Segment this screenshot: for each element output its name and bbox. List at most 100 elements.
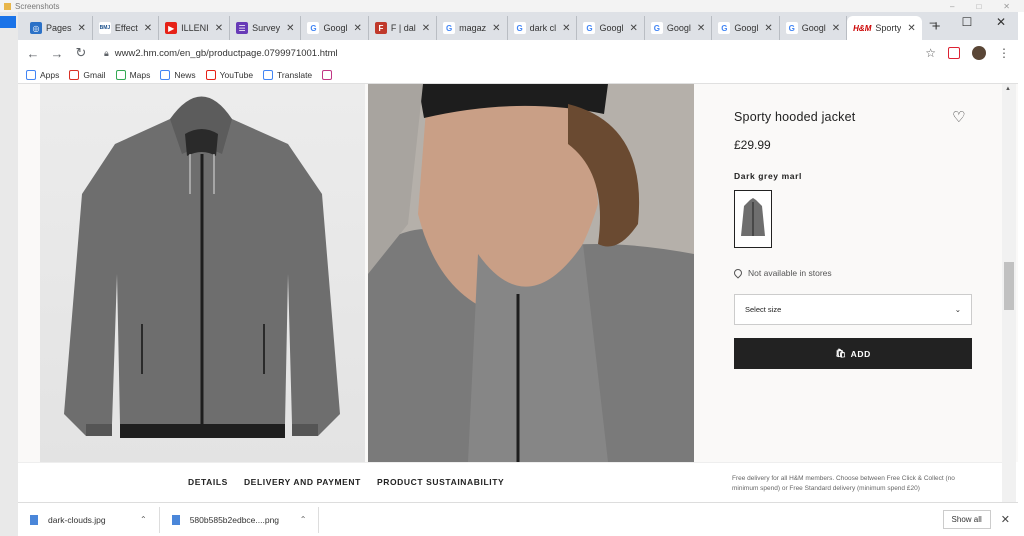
translate-icon (263, 69, 274, 80)
instagram-icon (322, 69, 333, 80)
google-icon: G (443, 22, 456, 34)
browser-window: ◎ Pages ✕ BMJ Effect ✕ ▶ ILLENI ✕ ☰ Survey ✕ G Googl ✕… (18, 12, 1018, 536)
tab-close-icon[interactable]: ✕ (832, 23, 840, 34)
chevron-up-icon[interactable]: ⌃ (300, 515, 307, 524)
tab-close-icon[interactable]: ✕ (422, 23, 430, 34)
bookmarks-bar: Apps Gmail Maps News YouTube Translate (18, 66, 1018, 84)
product-image-front[interactable] (40, 84, 365, 462)
tab-strip: ◎ Pages ✕ BMJ Effect ✕ ▶ ILLENI ✕ ☰ Survey ✕ G Googl ✕… (18, 12, 1018, 40)
close-button[interactable]: ✕ (984, 12, 1018, 40)
bookmark-label: Translate (277, 69, 313, 80)
tab-7[interactable]: Gdark cl ✕ (508, 16, 578, 40)
location-pin-icon (732, 267, 744, 279)
back-button[interactable]: ← (26, 46, 40, 61)
minimize-icon[interactable]: – (950, 2, 954, 11)
favicon-icon: BMJ (98, 22, 111, 34)
bookmark-gmail[interactable]: Gmail (69, 69, 106, 80)
bookmark-translate[interactable]: Translate (263, 69, 313, 80)
details-link-1[interactable]: DELIVERY AND PAYMENT (244, 477, 361, 487)
tab-3[interactable]: ☰ Survey ✕ (230, 16, 302, 40)
tab-8[interactable]: G Googl ✕ (577, 16, 645, 40)
chevron-up-icon[interactable]: ⌃ (140, 515, 147, 524)
close-icon[interactable]: ✕ (1003, 2, 1010, 11)
product-info-panel: Sporty hooded jacket ♡ £29.99 Dark grey … (732, 84, 994, 462)
tab-2[interactable]: ▶ ILLENI ✕ (159, 16, 231, 40)
bookmark-maps[interactable]: Maps (115, 69, 151, 80)
tab-close-icon[interactable]: ✕ (144, 23, 152, 34)
availability-text: Not available in stores (748, 268, 832, 278)
tab-title: F | dal (390, 23, 416, 33)
tab-1[interactable]: BMJ Effect ✕ (93, 16, 160, 40)
tab-close-icon[interactable]: ✕ (562, 23, 570, 34)
bookmark-label: Gmail (83, 69, 106, 80)
tab-close-icon[interactable]: ✕ (764, 23, 772, 34)
bookmark-instagram[interactable] (322, 69, 336, 80)
profile-avatar[interactable] (972, 46, 986, 60)
news-icon (160, 69, 171, 80)
tab-title: Googl (323, 23, 348, 33)
explorer-titlebar: Screenshots – □ ✕ (0, 0, 1024, 12)
address-bar[interactable]: 🔒︎ www2.hm.com/en_gb/productpage.0799971… (98, 43, 915, 63)
tab-11[interactable]: G Googl ✕ (780, 16, 848, 40)
product-page: Sporty hooded jacket ♡ £29.99 Dark grey … (18, 84, 1018, 462)
apps-icon (26, 69, 36, 80)
download-filename: dark-clouds.jpg (48, 514, 106, 525)
add-to-bag-button[interactable]: 🛍︎ ADD (734, 338, 972, 369)
favicon-icon: ▶ (165, 22, 178, 34)
size-select[interactable]: Select size ⌄ (734, 294, 972, 325)
bookmark-news[interactable]: News (160, 69, 196, 80)
page-scrollbar[interactable]: ▲ ▼ (1002, 84, 1016, 512)
tab-close-icon[interactable]: ✕ (492, 23, 500, 34)
details-link-0[interactable]: DETAILS (188, 477, 228, 487)
favicon-icon: ☰ (236, 22, 249, 34)
color-swatch[interactable] (734, 190, 772, 248)
image-file-icon (30, 514, 38, 525)
tab-5[interactable]: FF | dal ✕ (369, 16, 438, 40)
tab-close-icon[interactable]: ✕ (907, 23, 915, 34)
tab-title: Googl (734, 23, 759, 33)
download-item[interactable]: 580b585b2edbce....png ⌃ (160, 506, 320, 533)
tab-close-icon[interactable]: ✕ (630, 23, 638, 34)
tab-close-icon[interactable]: ✕ (78, 23, 86, 34)
google-icon: G (650, 22, 663, 34)
reload-button[interactable]: ↻ (74, 45, 88, 61)
tab-0[interactable]: ◎ Pages ✕ (24, 16, 93, 40)
bookmark-star-icon[interactable]: ☆ (925, 46, 936, 60)
download-item[interactable]: dark-clouds.jpg ⌃ (18, 506, 160, 533)
tab-9[interactable]: G Googl ✕ (645, 16, 713, 40)
bookmark-youtube[interactable]: YouTube (205, 69, 253, 80)
tab-close-icon[interactable]: ✕ (215, 23, 223, 34)
tab-close-icon[interactable]: ✕ (354, 23, 362, 34)
lock-icon[interactable]: 🔒︎ (104, 48, 109, 59)
menu-icon[interactable]: ⋮ (998, 46, 1010, 60)
tab-6[interactable]: Gmagaz ✕ (437, 16, 508, 40)
tab-close-icon[interactable]: ✕ (286, 23, 294, 34)
tab-active[interactable]: H&M Sporty ✕ (847, 16, 922, 40)
product-color-name: Dark grey marl (734, 171, 802, 181)
forward-button[interactable]: → (50, 46, 64, 61)
product-image-model[interactable] (368, 84, 694, 462)
bookmark-label: Maps (129, 69, 151, 80)
bookmark-label: Apps (40, 69, 60, 80)
show-all-button[interactable]: Show all (942, 510, 991, 529)
google-icon: G (718, 22, 731, 34)
tab-10[interactable]: G Googl ✕ (712, 16, 780, 40)
tab-title: Survey (252, 23, 281, 33)
maximize-icon[interactable]: □ (976, 2, 981, 11)
scroll-thumb[interactable] (1004, 262, 1014, 310)
details-link-2[interactable]: PRODUCT SUSTAINABILITY (377, 477, 504, 487)
gmail-icon (69, 69, 80, 80)
scroll-up-icon[interactable]: ▲ (1005, 86, 1011, 92)
favourite-heart-icon[interactable]: ♡ (952, 108, 965, 126)
bookmark-apps[interactable]: Apps (26, 69, 60, 80)
tab-close-icon[interactable]: ✕ (697, 23, 705, 34)
downloads-close-icon[interactable]: ✕ (1001, 513, 1010, 526)
minimize-button[interactable]: – (916, 12, 950, 40)
size-select-label: Select size (745, 305, 782, 314)
url-text[interactable]: www2.hm.com/en_gb/productpage.0799971001… (115, 48, 338, 59)
tab-title: dark cl (529, 23, 557, 33)
product-price: £29.99 (734, 138, 771, 152)
maximize-button[interactable]: ☐ (950, 12, 984, 40)
tab-4[interactable]: G Googl ✕ (301, 16, 369, 40)
extension-icon[interactable] (948, 47, 960, 59)
